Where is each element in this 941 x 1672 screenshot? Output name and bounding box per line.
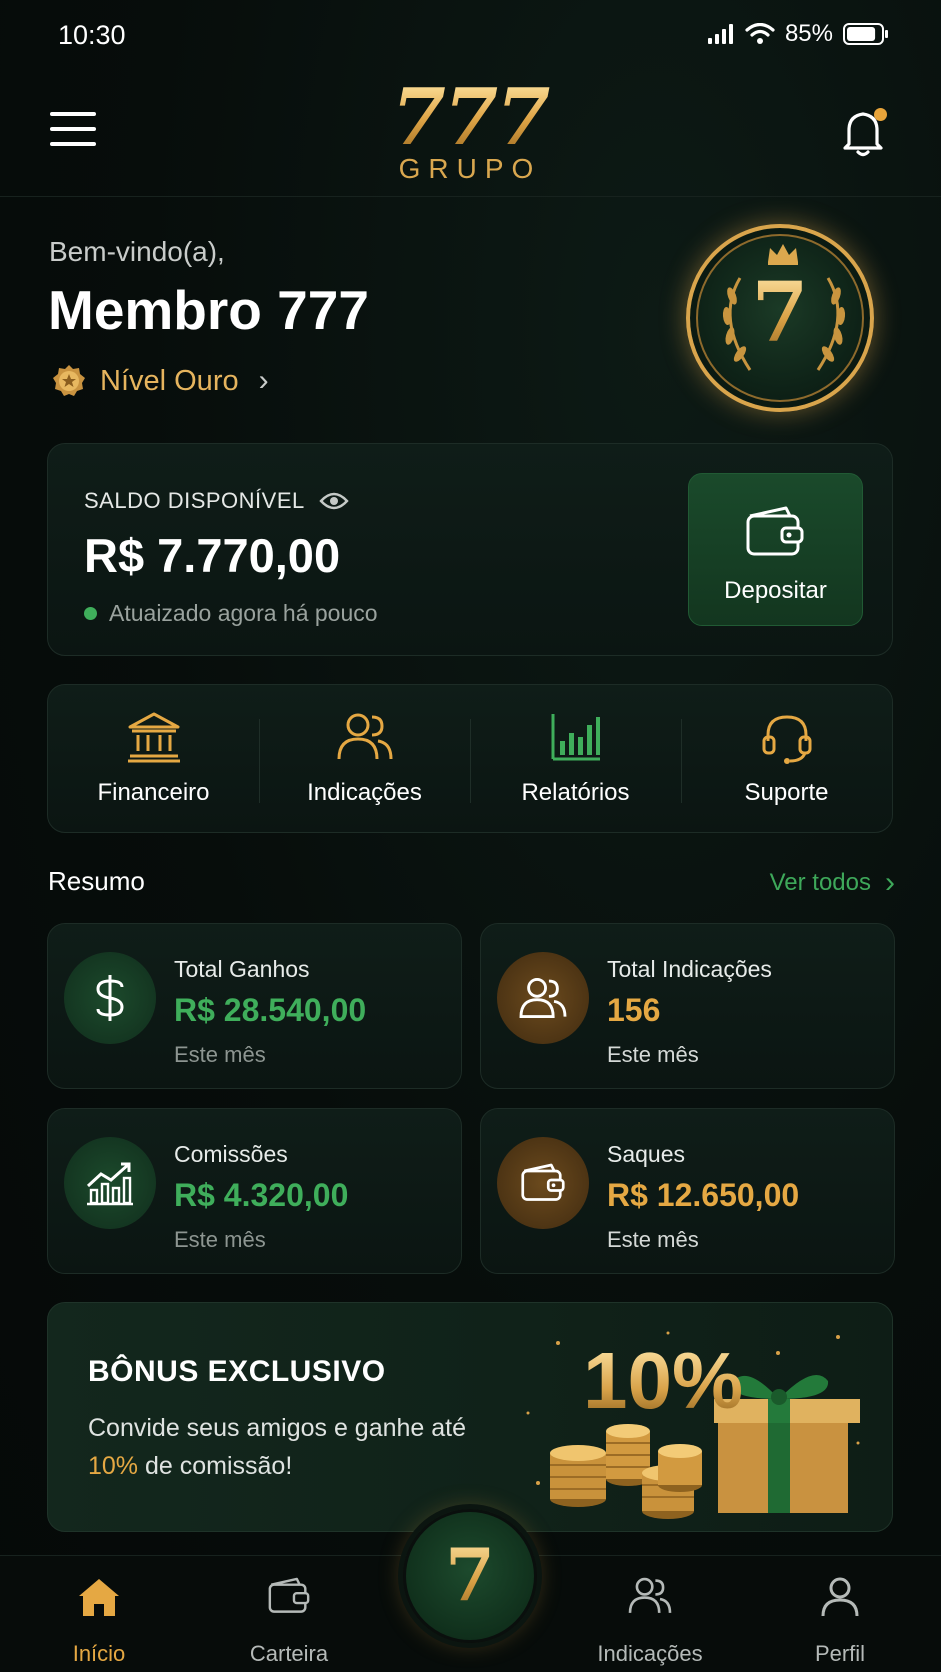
balance-card: SALDO DISPONÍVEL R$ 7.770,00 Atuaizado a… [47, 443, 893, 656]
center-button-label: 7 [406, 1532, 534, 1618]
nav-label: Início [72, 1641, 126, 1666]
wallet-icon [521, 1163, 565, 1201]
stat-period: Este mês [174, 1227, 266, 1252]
nav-label: Indicações [597, 1641, 703, 1666]
bonus-banner[interactable]: BÔNUS EXCLUSIVO Convide seus amigos e ga… [47, 1302, 893, 1532]
deposit-button[interactable]: Depositar [688, 473, 863, 626]
notifications-button[interactable] [839, 106, 889, 160]
quick-action-label: Suporte [744, 779, 829, 806]
stat-icon-wrap [64, 1137, 156, 1229]
menu-icon [50, 112, 96, 116]
bonus-title: BÔNUS EXCLUSIVO [88, 1355, 386, 1388]
user-icon [821, 1577, 859, 1617]
bonus-text-post: de comissão! [138, 1452, 293, 1480]
quick-action-financeiro[interactable]: Financeiro [48, 685, 259, 832]
stat-title: Saques [607, 1141, 686, 1167]
headset-icon [762, 715, 811, 764]
bonus-text-highlight: 10% [88, 1452, 139, 1480]
users-icon [519, 977, 567, 1019]
stat-title: Total Indicações [607, 956, 772, 982]
brand-logo: 777 GRUPO [370, 78, 570, 188]
balance-value: R$ 7.770,00 [84, 529, 341, 582]
wallet-icon [268, 1577, 310, 1613]
center-home-button[interactable]: 7 [403, 1509, 537, 1643]
star-medal-icon [53, 365, 85, 396]
stat-icon-wrap [497, 952, 589, 1044]
user-name: Membro 777 [48, 279, 369, 341]
member-badge: 7 [686, 224, 874, 412]
nav-item-inicio[interactable]: Início [24, 1556, 174, 1672]
quick-actions: Financeiro Indicações Relatórios Suporte [47, 684, 893, 833]
level-link[interactable]: Nível Ouro › [52, 364, 269, 398]
menu-icon-line [50, 142, 96, 146]
stat-card-total-indicacoes[interactable]: Total Indicações 156 Este mês [480, 923, 895, 1089]
nav-item-indicacoes[interactable]: Indicações [575, 1556, 725, 1672]
deposit-label: Depositar [724, 577, 827, 604]
stat-card-comissoes[interactable]: Comissões R$ 4.320,00 Este mês [47, 1108, 462, 1274]
users-icon [628, 1577, 672, 1613]
quick-action-label: Indicações [307, 779, 422, 806]
menu-button[interactable] [50, 112, 96, 152]
online-dot [84, 607, 97, 620]
quick-action-label: Relatórios [521, 779, 630, 806]
battery-icon [843, 23, 888, 45]
quick-action-indicacoes[interactable]: Indicações [259, 685, 470, 832]
bonus-text: Convide seus amigos e ganhe até 10% de c… [88, 1409, 488, 1485]
bonus-text-pre: Convide seus amigos e ganhe até [88, 1414, 467, 1442]
stat-card-saques[interactable]: Saques R$ 12.650,00 Este mês [480, 1108, 895, 1274]
chevron-right-icon: › [258, 364, 269, 397]
stat-icon-wrap [64, 952, 156, 1044]
signal-icon [707, 24, 733, 44]
bank-icon [127, 712, 180, 763]
nav-item-perfil[interactable]: Perfil [765, 1556, 915, 1672]
stat-period: Este mês [607, 1042, 699, 1067]
users-icon [337, 713, 392, 760]
see-all-label: Ver todos [769, 869, 871, 896]
stat-value: 156 [607, 992, 661, 1028]
wifi-icon [745, 23, 775, 44]
badge-number: 7 [690, 268, 870, 358]
stat-value: R$ 12.650,00 [607, 1177, 800, 1213]
balance-updated-text: Atuaizado agora há pouco [109, 600, 378, 626]
home-icon [79, 1579, 119, 1616]
quick-action-label: Financeiro [97, 779, 210, 806]
app-screen: 10:30 85% 777 GRUPO Bem-vindo(a), Membro… [0, 0, 941, 1672]
status-time: 10:30 [58, 20, 126, 50]
stat-value: R$ 28.540,00 [174, 992, 367, 1028]
dollar-icon [96, 975, 124, 1021]
wallet-icon [746, 506, 804, 556]
trend-chart-icon [86, 1162, 133, 1206]
app-header: 777 GRUPO [0, 72, 941, 197]
nav-label: Carteira [249, 1641, 329, 1666]
quick-action-relatorios[interactable]: Relatórios [470, 685, 681, 832]
balance-label: SALDO DISPONÍVEL [84, 488, 305, 513]
level-label: Nível Ouro [100, 364, 239, 397]
balance-updated-row: Atuaizado agora há pouco [84, 600, 378, 627]
logo-number: 777 [370, 78, 570, 158]
stat-title: Total Ganhos [174, 956, 310, 982]
bonus-percent: 10% [583, 1336, 744, 1425]
summary-title: Resumo [48, 866, 145, 896]
nav-label: Perfil [814, 1641, 866, 1666]
status-indicators: 85% [707, 20, 889, 48]
stat-icon-wrap [497, 1137, 589, 1229]
stat-card-total-ganhos[interactable]: Total Ganhos R$ 28.540,00 Este mês [47, 923, 462, 1089]
bar-chart-icon [551, 714, 600, 761]
logo-word: GRUPO [398, 153, 542, 184]
eye-icon[interactable] [319, 491, 349, 511]
chevron-right-icon: › [885, 866, 895, 899]
see-all-link[interactable]: Ver todos › [770, 866, 895, 900]
quick-action-suporte[interactable]: Suporte [681, 685, 892, 832]
welcome-greeting: Bem-vindo(a), [49, 236, 225, 267]
battery-percent: 85% [784, 20, 833, 47]
notification-dot [874, 108, 887, 121]
nav-item-carteira[interactable]: Carteira [214, 1556, 364, 1672]
stat-title: Comissões [174, 1141, 288, 1167]
stat-value: R$ 4.320,00 [174, 1177, 349, 1213]
status-bar: 10:30 85% [0, 0, 941, 72]
stat-period: Este mês [607, 1227, 699, 1252]
stat-period: Este mês [174, 1042, 266, 1067]
menu-icon-line [50, 127, 96, 131]
balance-label-row: SALDO DISPONÍVEL [84, 488, 349, 514]
